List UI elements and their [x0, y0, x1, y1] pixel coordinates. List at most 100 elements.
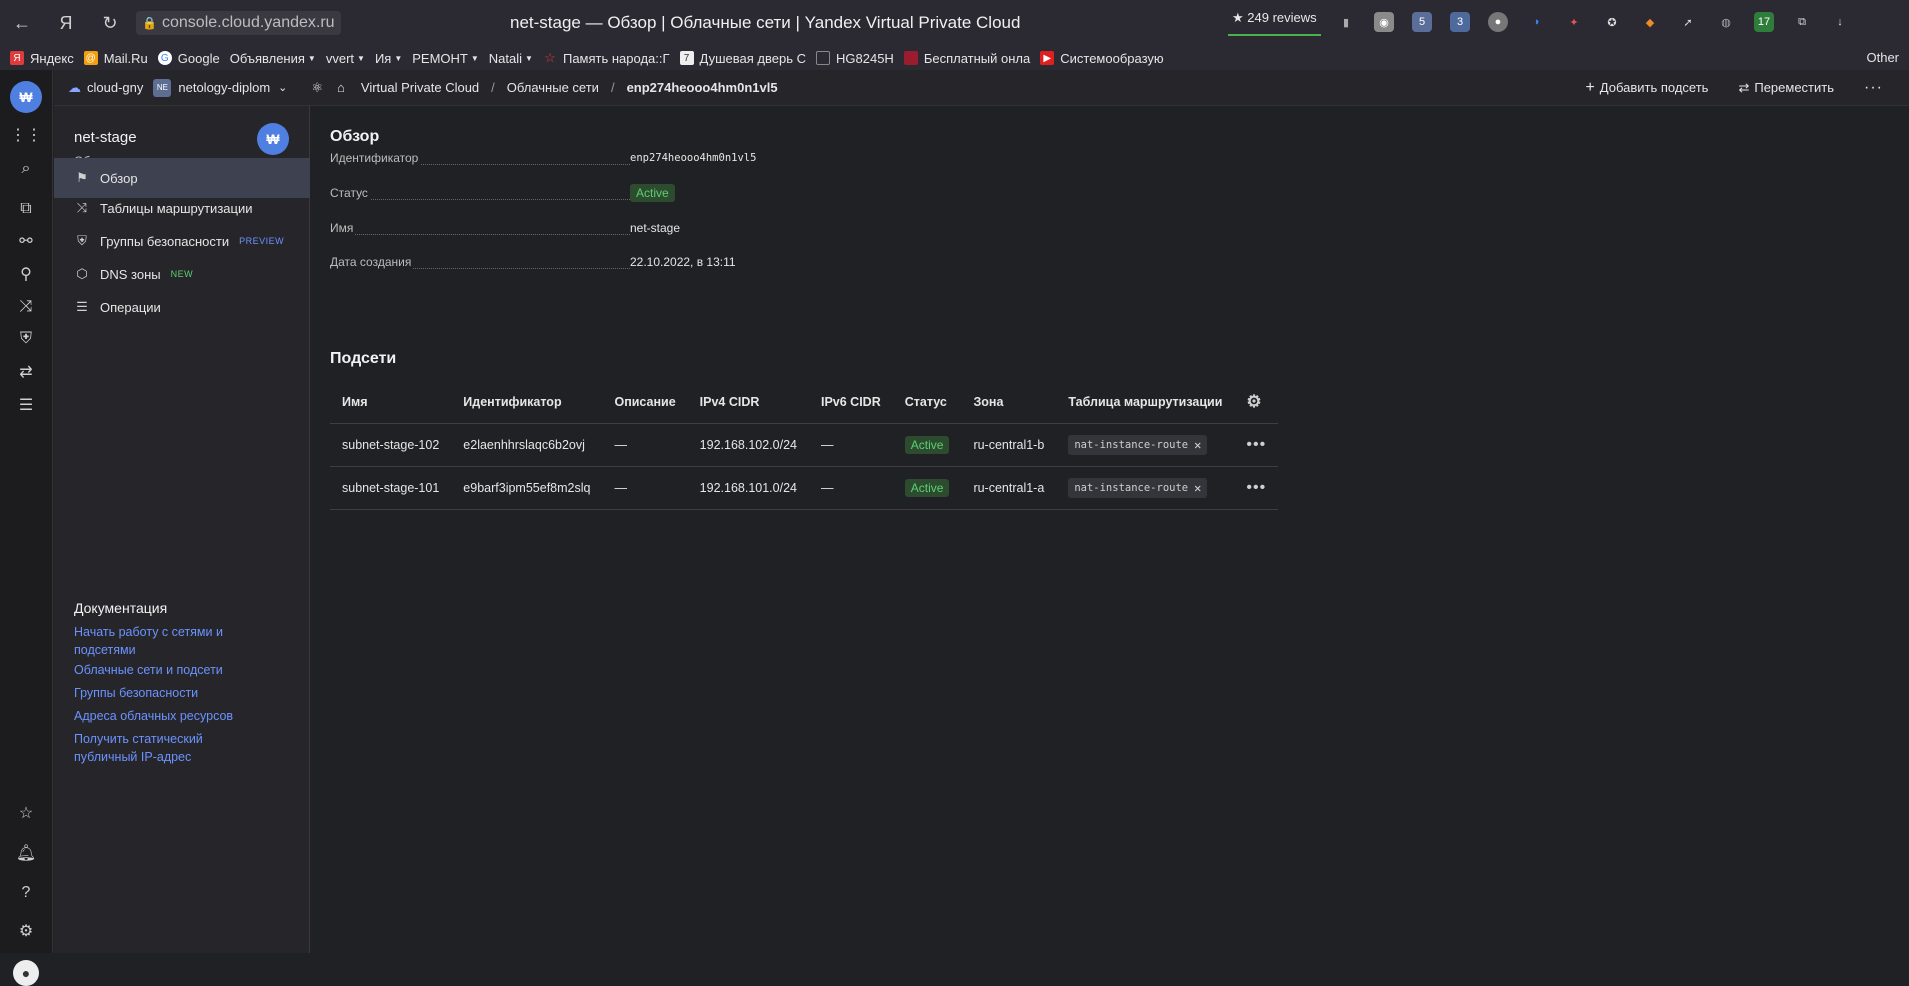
extension-icon[interactable]: ✦	[1564, 12, 1584, 32]
table-settings-gear-icon[interactable]: ⚙	[1234, 381, 1279, 424]
more-menu-icon[interactable]: ···	[1864, 79, 1883, 97]
doc-link[interactable]: Адреса облачных ресурсов	[74, 707, 274, 725]
folder-badge: NE	[153, 78, 172, 97]
column-header[interactable]: Таблица маршрутизации	[1056, 381, 1235, 424]
extension-icon[interactable]: ◑	[1526, 12, 1546, 32]
field-label: Дата создания	[330, 255, 414, 269]
network-title: net-stage	[74, 129, 137, 146]
column-header[interactable]: Описание	[602, 381, 688, 424]
bookmark-folder[interactable]: Natali ▼	[489, 51, 533, 66]
extension-icon[interactable]: ●	[1488, 12, 1508, 32]
bookmark-label: HG8245H	[836, 50, 894, 66]
extension-icon[interactable]: ◍	[1716, 12, 1736, 32]
subnet-name[interactable]: subnet-stage-102	[330, 423, 452, 467]
extension-badge-icon[interactable]: 5	[1412, 12, 1432, 32]
download-icon[interactable]: ↓	[1830, 12, 1850, 32]
address-bar[interactable]: 🔒 console.cloud.yandex.ru	[136, 11, 341, 35]
breadcrumb-vpc[interactable]: Virtual Private Cloud	[361, 80, 479, 95]
reload-icon[interactable]: ↻	[92, 5, 128, 41]
column-header[interactable]: Идентификатор	[451, 381, 603, 424]
services-icon[interactable]: ⚛	[311, 80, 323, 96]
favorites-star-icon[interactable]: ☆	[13, 800, 39, 826]
gear-icon[interactable]: ⚙	[13, 918, 39, 944]
apps-grid-icon[interactable]: ⋮⋮	[10, 122, 42, 148]
bookmark-folder[interactable]: vvert ▼	[326, 51, 365, 66]
avatar[interactable]: ●	[13, 960, 39, 986]
row-menu-icon[interactable]: •••	[1246, 436, 1266, 453]
bookmark-item[interactable]: Я Яндекс	[10, 51, 74, 66]
bookmark-label: Системообразую	[1060, 50, 1164, 66]
bookmark-item[interactable]: 7 Душевая дверь С	[679, 51, 806, 66]
bookmark-label: Natali	[488, 50, 523, 66]
extension-icon[interactable]: ⧉	[1792, 12, 1812, 32]
help-icon[interactable]: ?	[13, 880, 39, 906]
subnet-status-cell: Active	[892, 466, 962, 510]
breadcrumb-networks[interactable]: Облачные сети	[507, 80, 599, 95]
home-icon[interactable]: ⌂	[337, 80, 345, 95]
bookmark-item[interactable]: @ Mail.Ru	[83, 51, 148, 66]
column-header[interactable]: IPv4 CIDR	[687, 381, 809, 424]
status-badge: Active	[904, 478, 950, 497]
move-button[interactable]: ⇄ Переместить	[1738, 80, 1834, 96]
shield-icon[interactable]: ⛨	[13, 326, 39, 352]
bookmark-item[interactable]: G Google	[157, 51, 220, 66]
doc-link[interactable]: Начать работу с сетями и подсетями	[74, 623, 274, 659]
extension-icon[interactable]: ◉	[1374, 12, 1394, 32]
doc-link[interactable]: Облачные сети и подсети	[74, 661, 274, 679]
metamask-icon[interactable]: ◆	[1640, 12, 1660, 32]
table-row[interactable]: subnet-stage-101 e9barf3ipm55ef8m2slq — …	[330, 466, 1279, 510]
field-status: Статус Active	[330, 183, 930, 203]
bell-icon[interactable]: 🔔︎	[13, 840, 39, 866]
route-table-chip[interactable]: nat-instance-route ✕	[1068, 477, 1208, 498]
sidebar-item-operations[interactable]: ☰ Операции	[54, 287, 310, 327]
extension-badge-icon[interactable]: 17	[1754, 12, 1774, 32]
bookmark-icon[interactable]: ▮	[1336, 12, 1356, 32]
extension-icon[interactable]: ➚	[1678, 12, 1698, 32]
star-icon: ★	[1232, 10, 1244, 25]
url-text: console.cloud.yandex.ru	[162, 14, 335, 31]
vpc-logo-icon[interactable]: ₩	[10, 81, 42, 113]
bookmark-folder[interactable]: РЕМОНТ ▼	[412, 51, 479, 66]
bookmarks-bar: Я Яндекс @ Mail.Ru G Google Объявления ▼ vve…	[0, 46, 1909, 70]
networks-icon[interactable]: ⧉	[13, 196, 39, 222]
extension-badge-icon[interactable]: 3	[1450, 12, 1470, 32]
cloud-selector[interactable]: ☁ cloud-gny	[68, 80, 143, 96]
folder-selector[interactable]: NE netology-diplom ⌄	[153, 78, 287, 97]
bookmark-item[interactable]: ☆ Память народа::Г	[543, 50, 669, 66]
add-subnet-button[interactable]: + Добавить подсеть	[1585, 79, 1708, 97]
table-row[interactable]: subnet-stage-102 e2laenhhrslaqc6b2ovj — …	[330, 423, 1279, 467]
close-icon[interactable]: ✕	[1194, 481, 1201, 495]
bookmark-item[interactable]: HG8245H	[816, 51, 894, 66]
subnet-name[interactable]: subnet-stage-101	[330, 466, 452, 510]
row-menu-icon[interactable]: •••	[1246, 479, 1266, 496]
bookmark-folder[interactable]: Объявления ▼	[230, 51, 316, 66]
close-icon[interactable]: ✕	[1194, 438, 1201, 452]
search-icon[interactable]: ⌕	[13, 156, 39, 182]
reviews-badge[interactable]: ★ 249 reviews	[1228, 10, 1321, 36]
topology-icon[interactable]: ⚯	[13, 228, 39, 254]
status-badge: Active	[630, 184, 675, 202]
bookmark-item[interactable]: ▶ Системообразую	[1040, 50, 1164, 66]
back-arrow-icon[interactable]: ←	[4, 5, 40, 41]
reviews-count: 249 reviews	[1247, 10, 1317, 25]
column-header[interactable]: IPv6 CIDR	[809, 381, 893, 424]
subnet-ipv4: 192.168.102.0/24	[687, 423, 809, 467]
yandex-browser-icon[interactable]: Я	[48, 5, 84, 41]
chevron-down-icon: ▼	[357, 53, 365, 63]
doc-link[interactable]: Группы безопасности	[74, 684, 274, 702]
column-header[interactable]: Статус	[892, 381, 962, 424]
route-table-name: nat-instance-route	[1074, 481, 1189, 494]
row-actions-cell: •••	[1234, 466, 1279, 510]
location-icon[interactable]: ⚲	[13, 261, 39, 287]
doc-link[interactable]: Получить статический публичный IP-адрес	[74, 730, 254, 766]
routing-icon[interactable]: ⤨	[13, 294, 39, 320]
column-header[interactable]: Зона	[961, 381, 1057, 424]
bookmark-folder[interactable]: Ия ▼	[375, 51, 402, 66]
column-header[interactable]: Имя	[330, 381, 452, 424]
route-table-chip[interactable]: nat-instance-route ✕	[1068, 434, 1208, 455]
extension-icon[interactable]: ✪	[1602, 12, 1622, 32]
transfer-icon[interactable]: ⇄	[13, 359, 39, 385]
other-bookmarks[interactable]: Other	[1866, 50, 1899, 65]
operations-list-icon[interactable]: ☰	[13, 392, 39, 418]
bookmark-item[interactable]: Бесплатный онла	[903, 51, 1030, 66]
